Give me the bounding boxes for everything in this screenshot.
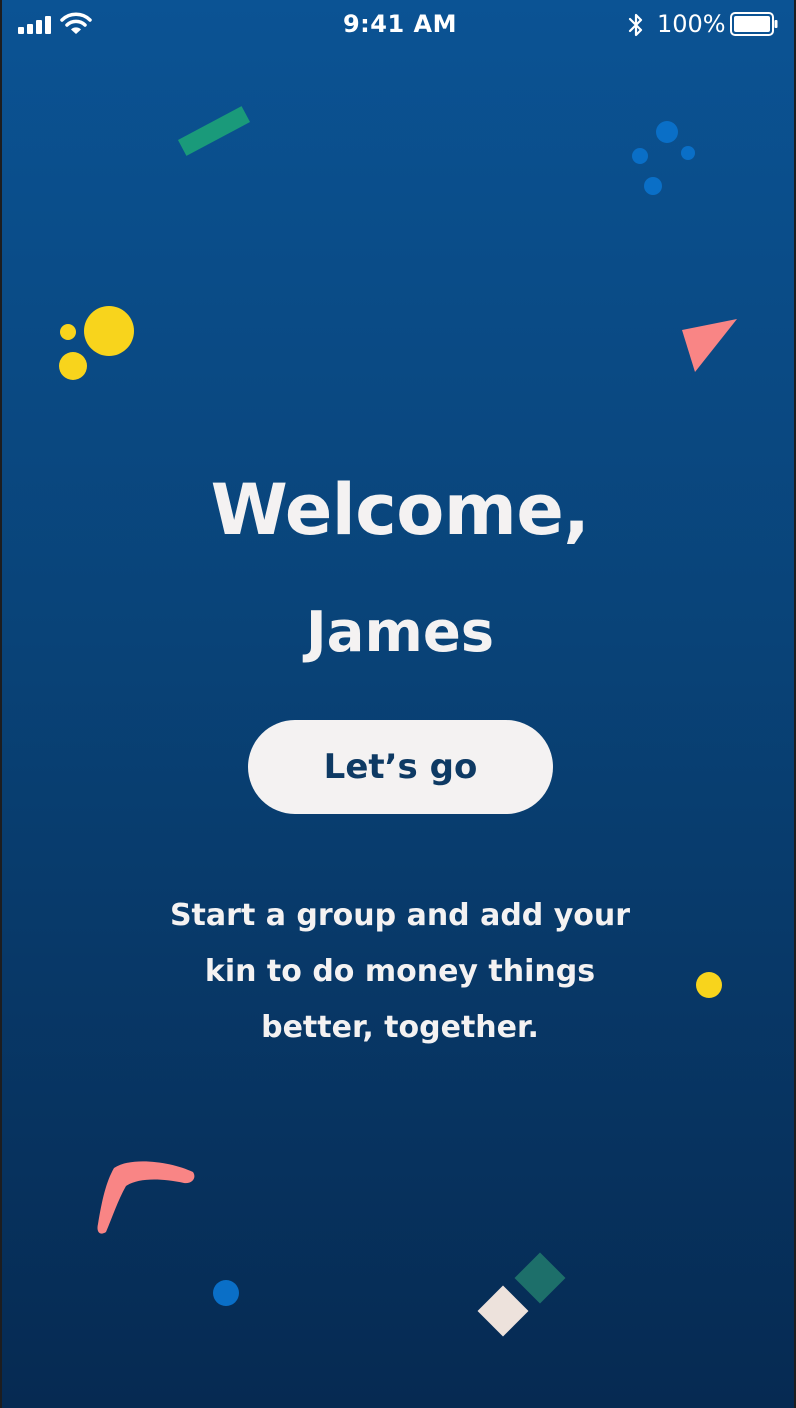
confetti-green-bar (177, 106, 251, 156)
confetti-coral-triangle (682, 319, 737, 372)
lets-go-button[interactable]: Let’s go (248, 720, 553, 814)
confetti-cream-diamond (477, 1285, 529, 1337)
confetti-yellow-dot (59, 352, 87, 380)
confetti-blue-dot (632, 148, 648, 164)
confetti-blue-dot (213, 1280, 239, 1306)
welcome-heading: Welcome, (210, 469, 590, 551)
confetti-teal-diamond (514, 1252, 566, 1304)
welcome-screen: 9:41 AM 100% Welcome, James Let’s go Sta… (0, 0, 796, 1408)
confetti-blue-dot (644, 177, 662, 195)
battery-full-icon (730, 12, 778, 36)
tagline: Start a group and add your kin to do mon… (142, 888, 658, 1056)
tagline-line: kin to do money things (204, 954, 596, 989)
confetti-yellow-dot (696, 972, 722, 998)
confetti-yellow-dot (84, 306, 134, 356)
confetti-blue-dot (681, 146, 695, 160)
confetti-blue-dot (656, 121, 678, 143)
battery-percentage: 100% (657, 10, 726, 38)
status-bar: 9:41 AM 100% (2, 0, 794, 50)
user-name: James (305, 600, 495, 665)
confetti-decoration (59, 106, 737, 1337)
confetti-coral-boomerang (97, 1161, 195, 1234)
tagline-line: Start a group and add your (169, 898, 631, 933)
bluetooth-icon (628, 13, 643, 37)
confetti-yellow-dot (60, 324, 76, 340)
tagline-line: better, together. (261, 1010, 539, 1045)
